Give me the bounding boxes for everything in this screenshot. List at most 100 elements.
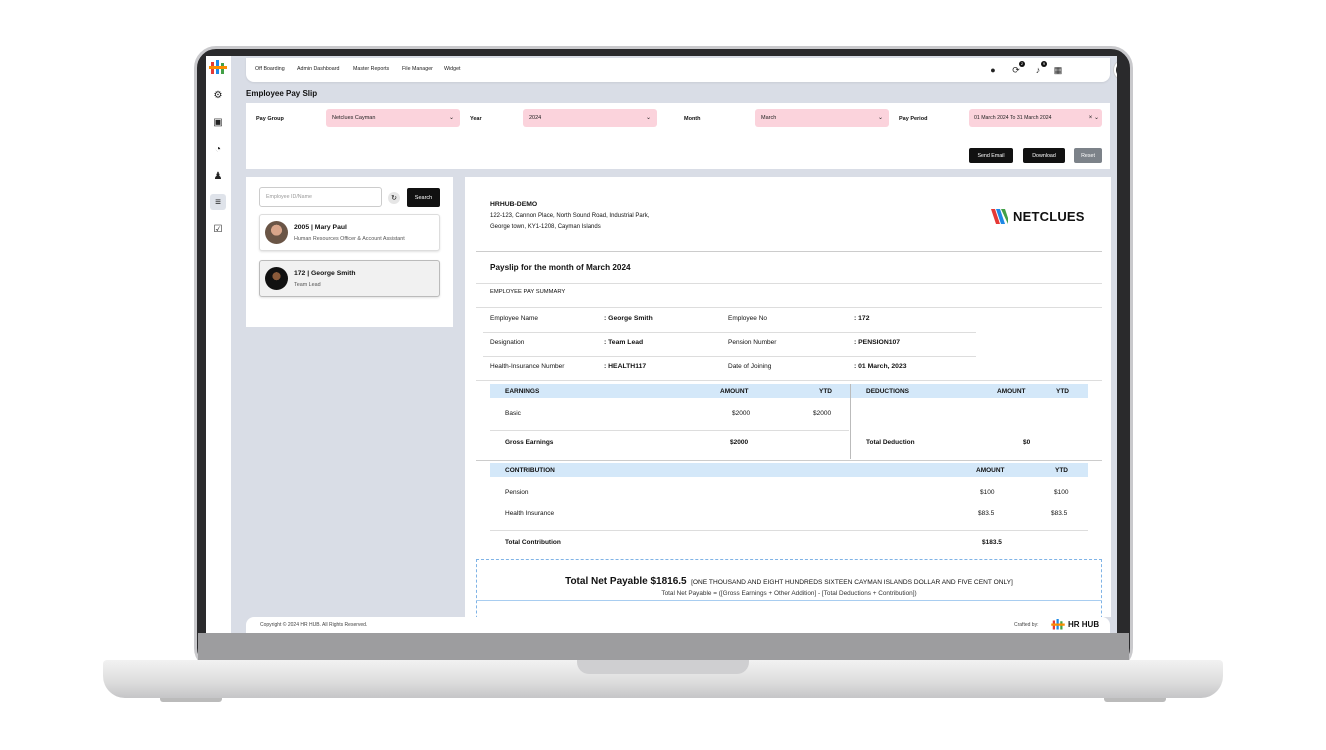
contribution-header: CONTRIBUTION	[505, 467, 555, 474]
payslip-document: HRHUB-DEMO 122-123, Cannon Place, North …	[465, 177, 1111, 617]
contribution-name: Pension	[505, 489, 529, 496]
pay-summary-label: EMPLOYEE PAY SUMMARY	[490, 289, 566, 295]
employee-role: Human Resources Officer & Account Assist…	[294, 236, 405, 242]
deductions-header: DEDUCTIONS	[866, 388, 909, 395]
employee-role: Team Lead	[294, 282, 321, 288]
column-divider	[850, 384, 851, 459]
date-of-joining-label: Date of Joining	[728, 363, 772, 370]
filter-panel: Pay Group Netclues Cayman ⌄ Year 2024 ⌄ Mo…	[246, 103, 1110, 169]
earnings-amount-header: AMOUNT	[720, 388, 749, 395]
employee-name-label: Employee Name	[490, 315, 539, 322]
checklist-icon[interactable]: ☑	[210, 221, 226, 237]
notification-badge: 9	[1041, 61, 1047, 67]
app-footer: Copyright © 2024 HR HUB. All Rights Rese…	[246, 617, 1110, 633]
employee-avatar	[265, 267, 288, 290]
net-payable-words: [ONE THOUSAND AND EIGHT HUNDREDS SIXTEEN…	[691, 579, 1013, 586]
company-address-line2: George town, KY1-1208, Cayman Islands	[490, 224, 601, 230]
month-value: March	[761, 115, 777, 121]
month-select[interactable]: March ⌄	[755, 109, 889, 127]
contribution-amount-header: AMOUNT	[976, 467, 1005, 474]
deductions-ytd-header: YTD	[1056, 388, 1069, 395]
employee-title: 2005 | Mary Paul	[294, 224, 347, 231]
health-insurance-label: Health-Insurance Number	[490, 363, 565, 370]
contribution-ytd: $100	[1054, 489, 1069, 496]
company-address-line1: 122-123, Cannon Place, North Sound Road,…	[490, 213, 650, 219]
chevron-down-icon: ⌄	[645, 115, 651, 121]
person-icon[interactable]: ♟	[210, 168, 226, 184]
year-value: 2024	[529, 115, 542, 121]
pay-group-select[interactable]: Netclues Cayman ⌄	[326, 109, 460, 127]
year-label: Year	[470, 116, 482, 122]
employee-list-panel: Employee ID/Name ↻ Search 2005 | Mary Pa…	[246, 177, 453, 327]
contribution-ytd-header: YTD	[1055, 467, 1068, 474]
hrhub-logo-icon[interactable]	[209, 60, 227, 76]
laptop-bezel	[198, 633, 1129, 661]
net-payable-line: Total Net Payable $1816.5 [ONE THOUSAND …	[476, 571, 1102, 589]
crafted-by-label: Crafted by:	[1014, 622, 1039, 628]
employee-title: 172 | George Smith	[294, 270, 356, 277]
nav-file-manager[interactable]: File Manager	[402, 66, 433, 72]
nav-widget[interactable]: Widget	[444, 66, 461, 72]
sync-icon[interactable]: ⟳ 2	[1010, 61, 1025, 76]
earning-ytd: $2000	[813, 410, 832, 417]
employee-name-value: : George Smith	[604, 315, 653, 322]
employee-card-selected[interactable]: 172 | George Smith Team Lead	[259, 260, 440, 297]
total-deduction-label: Total Deduction	[866, 439, 915, 446]
earning-name: Basic	[505, 410, 521, 417]
send-email-button[interactable]: Send Email	[969, 148, 1013, 163]
net-payable-amount: Total Net Payable $1816.5	[565, 576, 687, 587]
health-insurance-value: : HEALTH117	[604, 363, 647, 370]
net-payable-formula: Total Net Payable = ([Gross Earnings + O…	[661, 590, 917, 597]
nav-master-reports[interactable]: Master Reports	[353, 66, 389, 72]
employee-card[interactable]: 2005 | Mary Paul Human Resources Officer…	[259, 214, 440, 251]
dashboard-icon[interactable]: ⚙	[210, 87, 226, 103]
top-nav-bar: Off Boarding Admin Dashboard Master Repo…	[246, 58, 1117, 82]
employee-no-value: : 172	[854, 315, 870, 322]
total-contribution-label: Total Contribution	[505, 539, 561, 546]
user-avatar[interactable]	[1114, 60, 1117, 80]
reset-button[interactable]: Reset	[1074, 148, 1102, 163]
pension-number-value: : PENSION107	[854, 339, 901, 346]
contribution-name: Health Insurance	[505, 510, 555, 517]
clear-chevron-icon[interactable]: × ⌄	[1089, 114, 1099, 121]
copyright-text: Copyright © 2024 HR HUB. All Rights Rese…	[260, 622, 368, 628]
designation-value: : Team Lead	[604, 339, 644, 346]
briefcase-icon[interactable]: ▣	[210, 114, 226, 130]
gross-earnings-label: Gross Earnings	[505, 439, 554, 446]
earnings-header: EARNINGS	[505, 388, 540, 395]
total-deduction-value: $0	[1023, 439, 1031, 446]
netclues-logo-icon	[991, 209, 1008, 224]
pension-number-label: Pension Number	[728, 339, 777, 346]
laptop-foot	[160, 698, 222, 702]
employee-search-input[interactable]: Employee ID/Name	[259, 187, 382, 207]
earnings-ytd-header: YTD	[819, 388, 832, 395]
deductions-amount-header: AMOUNT	[997, 388, 1026, 395]
chat-icon[interactable]: ●	[987, 64, 999, 76]
refresh-icon[interactable]: ↻	[388, 192, 400, 204]
company-name: HRHUB-DEMO	[490, 201, 538, 208]
pay-period-select[interactable]: 01 March 2024 To 31 March 2024 × ⌄	[969, 109, 1102, 127]
year-select[interactable]: 2024 ⌄	[523, 109, 657, 127]
payroll-icon[interactable]: ≡	[210, 194, 226, 210]
employee-no-label: Employee No	[728, 315, 768, 322]
earning-amount: $2000	[732, 410, 751, 417]
gross-earnings-value: $2000	[730, 439, 749, 446]
designation-label: Designation	[490, 339, 525, 346]
grid-icon[interactable]: ▦	[1052, 64, 1064, 76]
sync-badge: 2	[1019, 61, 1025, 67]
nav-admin-dashboard[interactable]: Admin Dashboard	[297, 66, 339, 72]
contribution-amount: $100	[980, 489, 995, 496]
chevron-down-icon: ⌄	[448, 115, 454, 121]
nav-offboarding[interactable]: Off Boarding	[255, 66, 285, 72]
bell-icon[interactable]: ♪ 9	[1032, 61, 1047, 76]
pay-group-label: Pay Group	[256, 116, 284, 122]
gauge-icon[interactable]: ◔	[210, 141, 226, 157]
page-title: Employee Pay Slip	[246, 89, 318, 98]
laptop-notch	[577, 660, 749, 674]
total-contribution-value: $183.5	[982, 539, 1002, 546]
payslip-heading: Payslip for the month of March 2024	[490, 263, 631, 272]
pay-period-value: 01 March 2024 To 31 March 2024	[974, 115, 1052, 121]
hrhub-brand[interactable]: HR HUB	[1068, 620, 1099, 629]
search-button[interactable]: Search	[407, 188, 440, 207]
download-button[interactable]: Download	[1023, 148, 1065, 163]
